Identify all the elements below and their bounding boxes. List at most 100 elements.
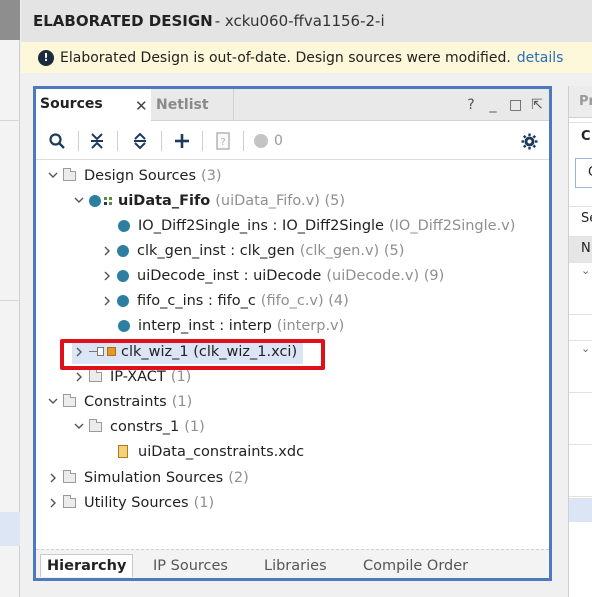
tree-node-utility-sources[interactable]: Utility Sources (1): [46, 490, 214, 515]
maximize-icon[interactable]: □: [509, 97, 522, 113]
tree-label: uiData_Fifo: [118, 192, 211, 209]
messages-count: 0: [274, 133, 283, 149]
tree-count: (1): [184, 418, 205, 435]
left-strip-selection: [0, 512, 20, 546]
help-icon[interactable]: ?: [465, 97, 477, 113]
close-icon[interactable]: ✕: [135, 97, 148, 115]
tree-node-child[interactable]: uiDecode_inst : uiDecode (uiDecode.v) (9…: [100, 263, 444, 288]
tree-label: Constraints: [84, 393, 167, 410]
expand-all-icon: [134, 132, 146, 150]
sources-toolbar: ? 0: [36, 122, 549, 160]
tree-file: (uiData_Fifo.v) (5): [215, 192, 346, 209]
module-icon: [118, 219, 130, 232]
tab-ip-sources[interactable]: IP Sources: [153, 554, 228, 577]
tab-libraries[interactable]: Libraries: [264, 554, 327, 577]
window-subtitle: - xcku060-ffva1156-2-i: [214, 12, 385, 30]
chevron-down-icon[interactable]: [72, 194, 86, 208]
tree-label: constrs_1: [110, 418, 180, 435]
collapse-all-icon: [91, 133, 103, 149]
tree-node-child[interactable]: clk_gen_inst : clk_gen (clk_gen.v) (5): [100, 238, 404, 263]
properties-row[interactable]: C: [569, 122, 592, 152]
tab-sources[interactable]: Sources ✕: [36, 89, 151, 121]
collapse-all-button[interactable]: [86, 130, 108, 152]
tree-label: IO_Diff2Single_ins : IO_Diff2Single: [138, 217, 384, 234]
tree-label: Design Sources: [84, 167, 197, 184]
folder-icon: [89, 368, 102, 382]
chevron-down-icon[interactable]: [72, 420, 86, 434]
tree-count: (3): [201, 167, 222, 184]
window-titlebar: ELABORATED DESIGN - xcku060-ffva1156-2-i: [21, 0, 592, 42]
chevron-right-icon[interactable]: [100, 244, 114, 258]
tab-hierarchy[interactable]: Hierarchy: [40, 554, 134, 577]
module-icon: [118, 319, 130, 332]
expand-all-button[interactable]: [129, 130, 151, 152]
chevron-down-icon[interactable]: [46, 395, 60, 409]
tab-netlist-label: Netlist: [156, 97, 209, 113]
float-icon[interactable]: ⇱: [531, 97, 543, 113]
tree-node-xdc-file[interactable]: uiData_constraints.xdc: [118, 439, 304, 464]
left-background-panel: [0, 0, 20, 597]
tree-count: (1): [171, 393, 193, 410]
folder-icon: [89, 418, 102, 432]
divider: [0, 120, 20, 121]
tree-label: uiData_constraints.xdc: [138, 443, 305, 460]
chevron-right-icon[interactable]: [100, 269, 114, 283]
chevron-right-icon[interactable]: [46, 471, 60, 485]
folder-icon: [63, 393, 76, 407]
properties-row: [569, 392, 592, 418]
chevron-right-icon[interactable]: [100, 294, 114, 308]
properties-row[interactable]: C: [575, 158, 592, 188]
chevron-right-icon[interactable]: [46, 496, 60, 510]
tab-sources-label: Sources: [40, 96, 103, 112]
module-icon: [117, 294, 129, 307]
source-file-properties-button[interactable]: ?: [212, 130, 234, 152]
gear-icon: [521, 133, 537, 149]
properties-row: [569, 314, 592, 340]
properties-panel-title[interactable]: Pr: [569, 86, 592, 118]
tree-node-constrs-1[interactable]: constrs_1 (1): [72, 414, 205, 439]
tree-node-constraints[interactable]: Constraints (1): [46, 389, 192, 414]
module-icon: [89, 194, 101, 207]
panel-window-controls: ? _ □ ⇱: [465, 89, 543, 121]
tree-label: Utility Sources: [84, 494, 189, 511]
tree-label: uiDecode_inst : uiDecode: [137, 267, 322, 284]
toolbar-separator: [243, 131, 244, 151]
tree-node-child[interactable]: IO_Diff2Single_ins : IO_Diff2Single (IO_…: [118, 213, 515, 238]
panel-tab-bar: Sources ✕ Netlist ? _ □ ⇱: [36, 89, 549, 121]
divider: [0, 300, 20, 301]
tree-file: (fifo_c.v) (4): [260, 292, 349, 309]
minimize-icon[interactable]: _: [487, 97, 499, 113]
info-icon: !: [38, 49, 54, 66]
view-tab-bar: Hierarchy IP Sources Libraries Compile O…: [36, 549, 549, 578]
folder-icon: [63, 494, 76, 508]
tab-compile-order[interactable]: Compile Order: [363, 554, 468, 577]
constraint-file-icon: [118, 445, 128, 458]
tree-file: (uiDecode.v) (9): [326, 267, 445, 284]
properties-row-chevron[interactable]: ⌄: [569, 340, 592, 366]
module-icon: [117, 244, 129, 257]
tree-file: (interp.v): [276, 317, 345, 334]
tree-label: Simulation Sources: [84, 469, 224, 486]
tree-file: (clk_gen.v) (5): [299, 242, 405, 259]
tree-node-top-module[interactable]: uiData_Fifo (uiData_Fifo.v) (5): [72, 188, 345, 213]
chevron-down-icon[interactable]: [46, 169, 60, 183]
tree-node-child[interactable]: interp_inst : interp (interp.v): [118, 313, 344, 338]
settings-button[interactable]: [518, 130, 540, 152]
svg-text:?: ?: [220, 137, 225, 148]
properties-row-selected[interactable]: [569, 498, 592, 522]
details-link[interactable]: details: [517, 50, 564, 66]
tree-node-design-sources[interactable]: Design Sources (3): [46, 163, 222, 188]
messages-indicator[interactable]: 0: [254, 130, 298, 152]
add-sources-button[interactable]: [171, 130, 193, 152]
properties-row-chevron[interactable]: ⌄: [569, 262, 592, 288]
tab-netlist[interactable]: Netlist: [151, 89, 234, 121]
tree-label: clk_gen_inst : clk_gen: [137, 242, 295, 259]
toolbar-separator: [202, 131, 203, 151]
search-button[interactable]: [46, 130, 68, 152]
tree-node-child[interactable]: fifo_c_ins : fifo_c (fifo_c.v) (4): [100, 288, 349, 313]
hierarchy-top-icon: [104, 196, 112, 205]
tree-node-simulation-sources[interactable]: Simulation Sources (2): [46, 465, 249, 490]
chevron-right-icon[interactable]: [72, 370, 86, 384]
toolbar-separator: [161, 131, 162, 151]
properties-row: [569, 444, 592, 470]
